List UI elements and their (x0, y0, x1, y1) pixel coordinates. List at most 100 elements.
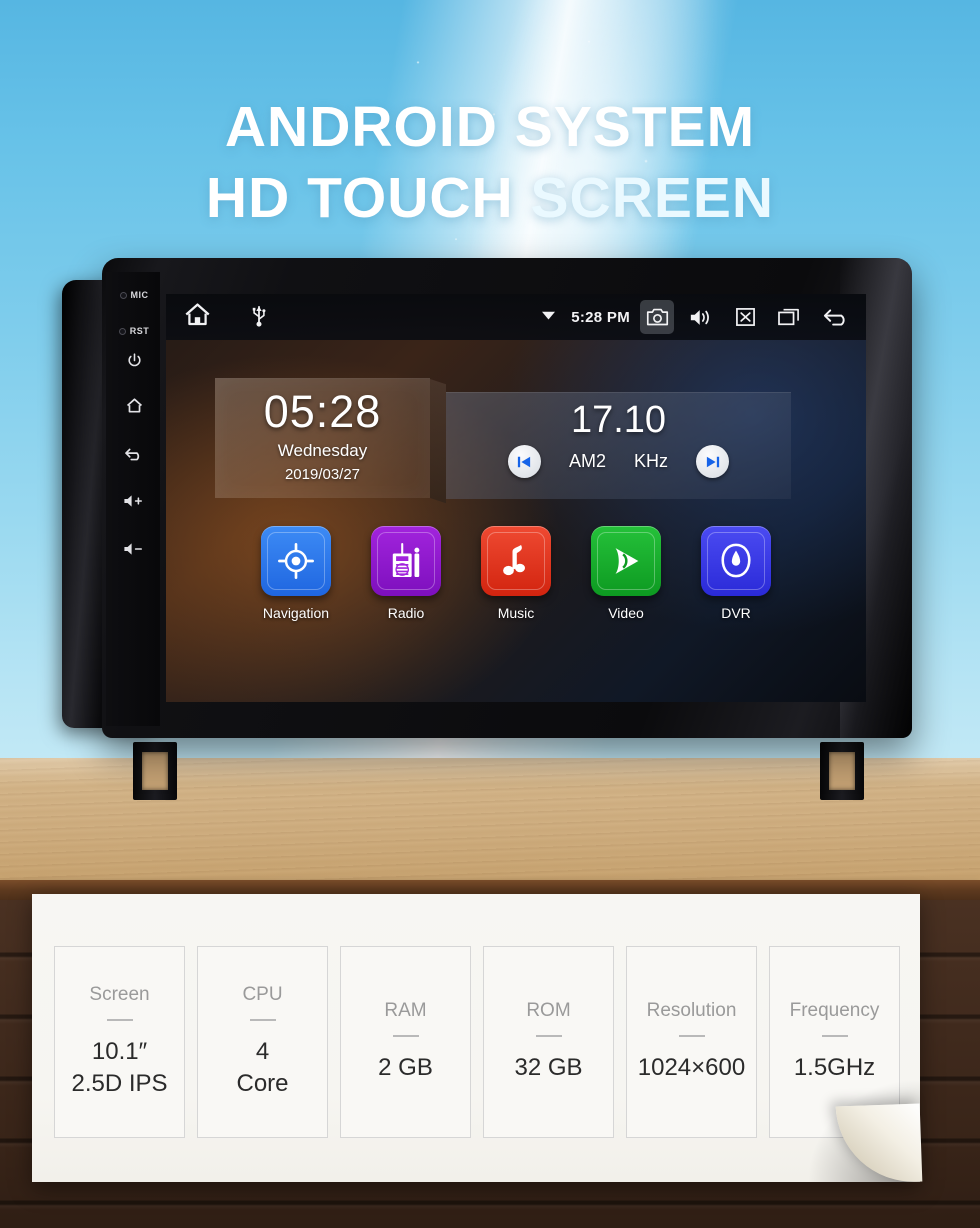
radio-band: AM2 (568, 451, 606, 471)
status-bar-right-group: 5:28 PM (541, 300, 866, 334)
headline-line-2-part-2: SCREEN (530, 166, 775, 230)
volume-up-button[interactable] (112, 493, 156, 509)
page-title: ANDROID SYSTEM HD TOUCH SCREEN (0, 92, 980, 234)
app-music[interactable]: Music (481, 526, 551, 621)
dvr-icon-tile[interactable] (701, 526, 771, 596)
spec-card-screen: Screen 10.1″ 2.5D IPS (54, 946, 185, 1138)
spec-value: 4 Core (236, 1038, 289, 1097)
spec-title: CPU (242, 984, 283, 1005)
app-label: Music (497, 605, 535, 621)
reset-label: RST (129, 326, 150, 336)
radio-controls-row: AM2 KHz (446, 445, 791, 478)
app-dvr[interactable]: DVR (701, 526, 771, 621)
skip-next-icon (706, 456, 719, 467)
headline-line-2-part-1: HD TOUCH (205, 166, 531, 230)
spec-panel: Screen 10.1″ 2.5D IPS CPU 4 Core RAM 2 G… (32, 894, 923, 1185)
spec-divider (392, 1035, 419, 1037)
clock-widget[interactable]: 05:28 Wednesday 2019/03/27 (215, 378, 430, 498)
spec-divider (821, 1035, 848, 1037)
dvr-gauge-icon (721, 543, 751, 578)
radio-receiver-icon (392, 542, 420, 578)
radio-previous-button[interactable] (507, 445, 541, 478)
volume-up-icon (124, 495, 142, 507)
home-icon (185, 303, 210, 326)
radio-unit: KHz (634, 451, 669, 471)
back-arrow-icon (124, 448, 139, 461)
recent-apps-icon (778, 308, 799, 326)
music-icon-tile[interactable] (481, 526, 551, 596)
app-label: Radio (387, 605, 425, 621)
spec-title: Resolution (646, 1000, 737, 1021)
app-navigation[interactable]: Navigation (261, 526, 331, 621)
device-home-button[interactable] (112, 397, 156, 414)
spec-divider (249, 1019, 276, 1021)
radio-next-button[interactable] (696, 445, 730, 478)
navigation-icon-tile[interactable] (261, 526, 331, 596)
spec-card-resolution: Resolution 1024×600 (626, 946, 757, 1138)
reset-led (118, 328, 126, 336)
volume-down-icon (124, 543, 142, 555)
android-touch-screen[interactable]: 5:28 PM 05:28 Wednesday 2019/03/27 17.10… (166, 294, 866, 702)
skip-previous-icon (518, 456, 531, 467)
spec-card-grid: Screen 10.1″ 2.5D IPS CPU 4 Core RAM 2 G… (54, 946, 900, 1138)
mic-led (119, 292, 127, 300)
spec-divider (106, 1019, 133, 1021)
spec-title: Frequency (789, 1000, 880, 1021)
mic-indicator: MIC (112, 290, 156, 300)
android-status-bar: 5:28 PM (166, 294, 866, 340)
status-home-button[interactable] (184, 302, 211, 332)
power-icon (127, 353, 141, 367)
app-dock: Navigation Radio Music Video DVR (166, 526, 866, 621)
spec-card-ram: RAM 2 GB (340, 946, 471, 1138)
close-button[interactable] (728, 300, 762, 334)
music-note-icon (503, 545, 525, 576)
spec-divider (535, 1035, 562, 1037)
radio-frequency: 17.10 (570, 399, 667, 441)
status-bar-left-group (166, 302, 267, 332)
back-arrow-icon (823, 309, 845, 326)
volume-button[interactable] (684, 300, 718, 334)
status-usb-button[interactable] (251, 302, 267, 332)
navigation-target-icon (278, 543, 314, 579)
video-play-icon (615, 548, 639, 574)
status-bar-time: 5:28 PM (571, 308, 630, 326)
app-label: DVR (721, 605, 751, 621)
clock-weekday: Wednesday (277, 441, 368, 460)
spec-divider (678, 1035, 705, 1037)
device-back-button[interactable] (112, 445, 156, 462)
volume-icon (690, 309, 709, 325)
spec-title: Screen (89, 984, 150, 1005)
spec-value: 1024×600 (637, 1054, 746, 1081)
spec-title: RAM (384, 1000, 427, 1021)
clock-time: 05:28 (263, 386, 382, 437)
spec-value: 1.5GHz (793, 1054, 876, 1081)
spec-value: 2 GB (378, 1054, 433, 1081)
camera-icon (646, 308, 668, 326)
mounting-bracket-right (820, 742, 864, 800)
home-icon (126, 398, 142, 413)
spec-value: 32 GB (514, 1054, 583, 1081)
spec-value: 10.1″ 2.5D IPS (71, 1038, 168, 1097)
volume-down-button[interactable] (112, 541, 156, 557)
headline-line-1: ANDROID SYSTEM (224, 95, 756, 159)
app-video[interactable]: Video (591, 526, 661, 621)
app-label: Navigation (262, 605, 330, 621)
recent-apps-button[interactable] (772, 300, 806, 334)
wifi-icon (541, 308, 556, 326)
screenshot-camera-button[interactable] (640, 300, 674, 334)
usb-icon (252, 306, 266, 327)
video-icon-tile[interactable] (591, 526, 661, 596)
status-back-button[interactable] (816, 300, 856, 334)
close-box-icon (735, 308, 755, 326)
mounting-bracket-left (133, 742, 177, 800)
car-head-unit-device: MIC RST 5:28 PM 05:28 Wednesday 2019/03/… (62, 258, 912, 750)
reset-indicator[interactable]: RST (112, 326, 156, 336)
app-label: Video (608, 605, 644, 621)
radio-icon-tile[interactable] (371, 526, 441, 596)
spec-title: ROM (526, 1000, 571, 1021)
radio-widget[interactable]: 17.10 AM2 KHz (446, 392, 791, 499)
power-button[interactable] (112, 352, 156, 369)
headline-line-2: HD TOUCH SCREEN (0, 163, 980, 234)
app-radio[interactable]: Radio (371, 526, 441, 621)
clock-date: 2019/03/27 (284, 466, 361, 483)
